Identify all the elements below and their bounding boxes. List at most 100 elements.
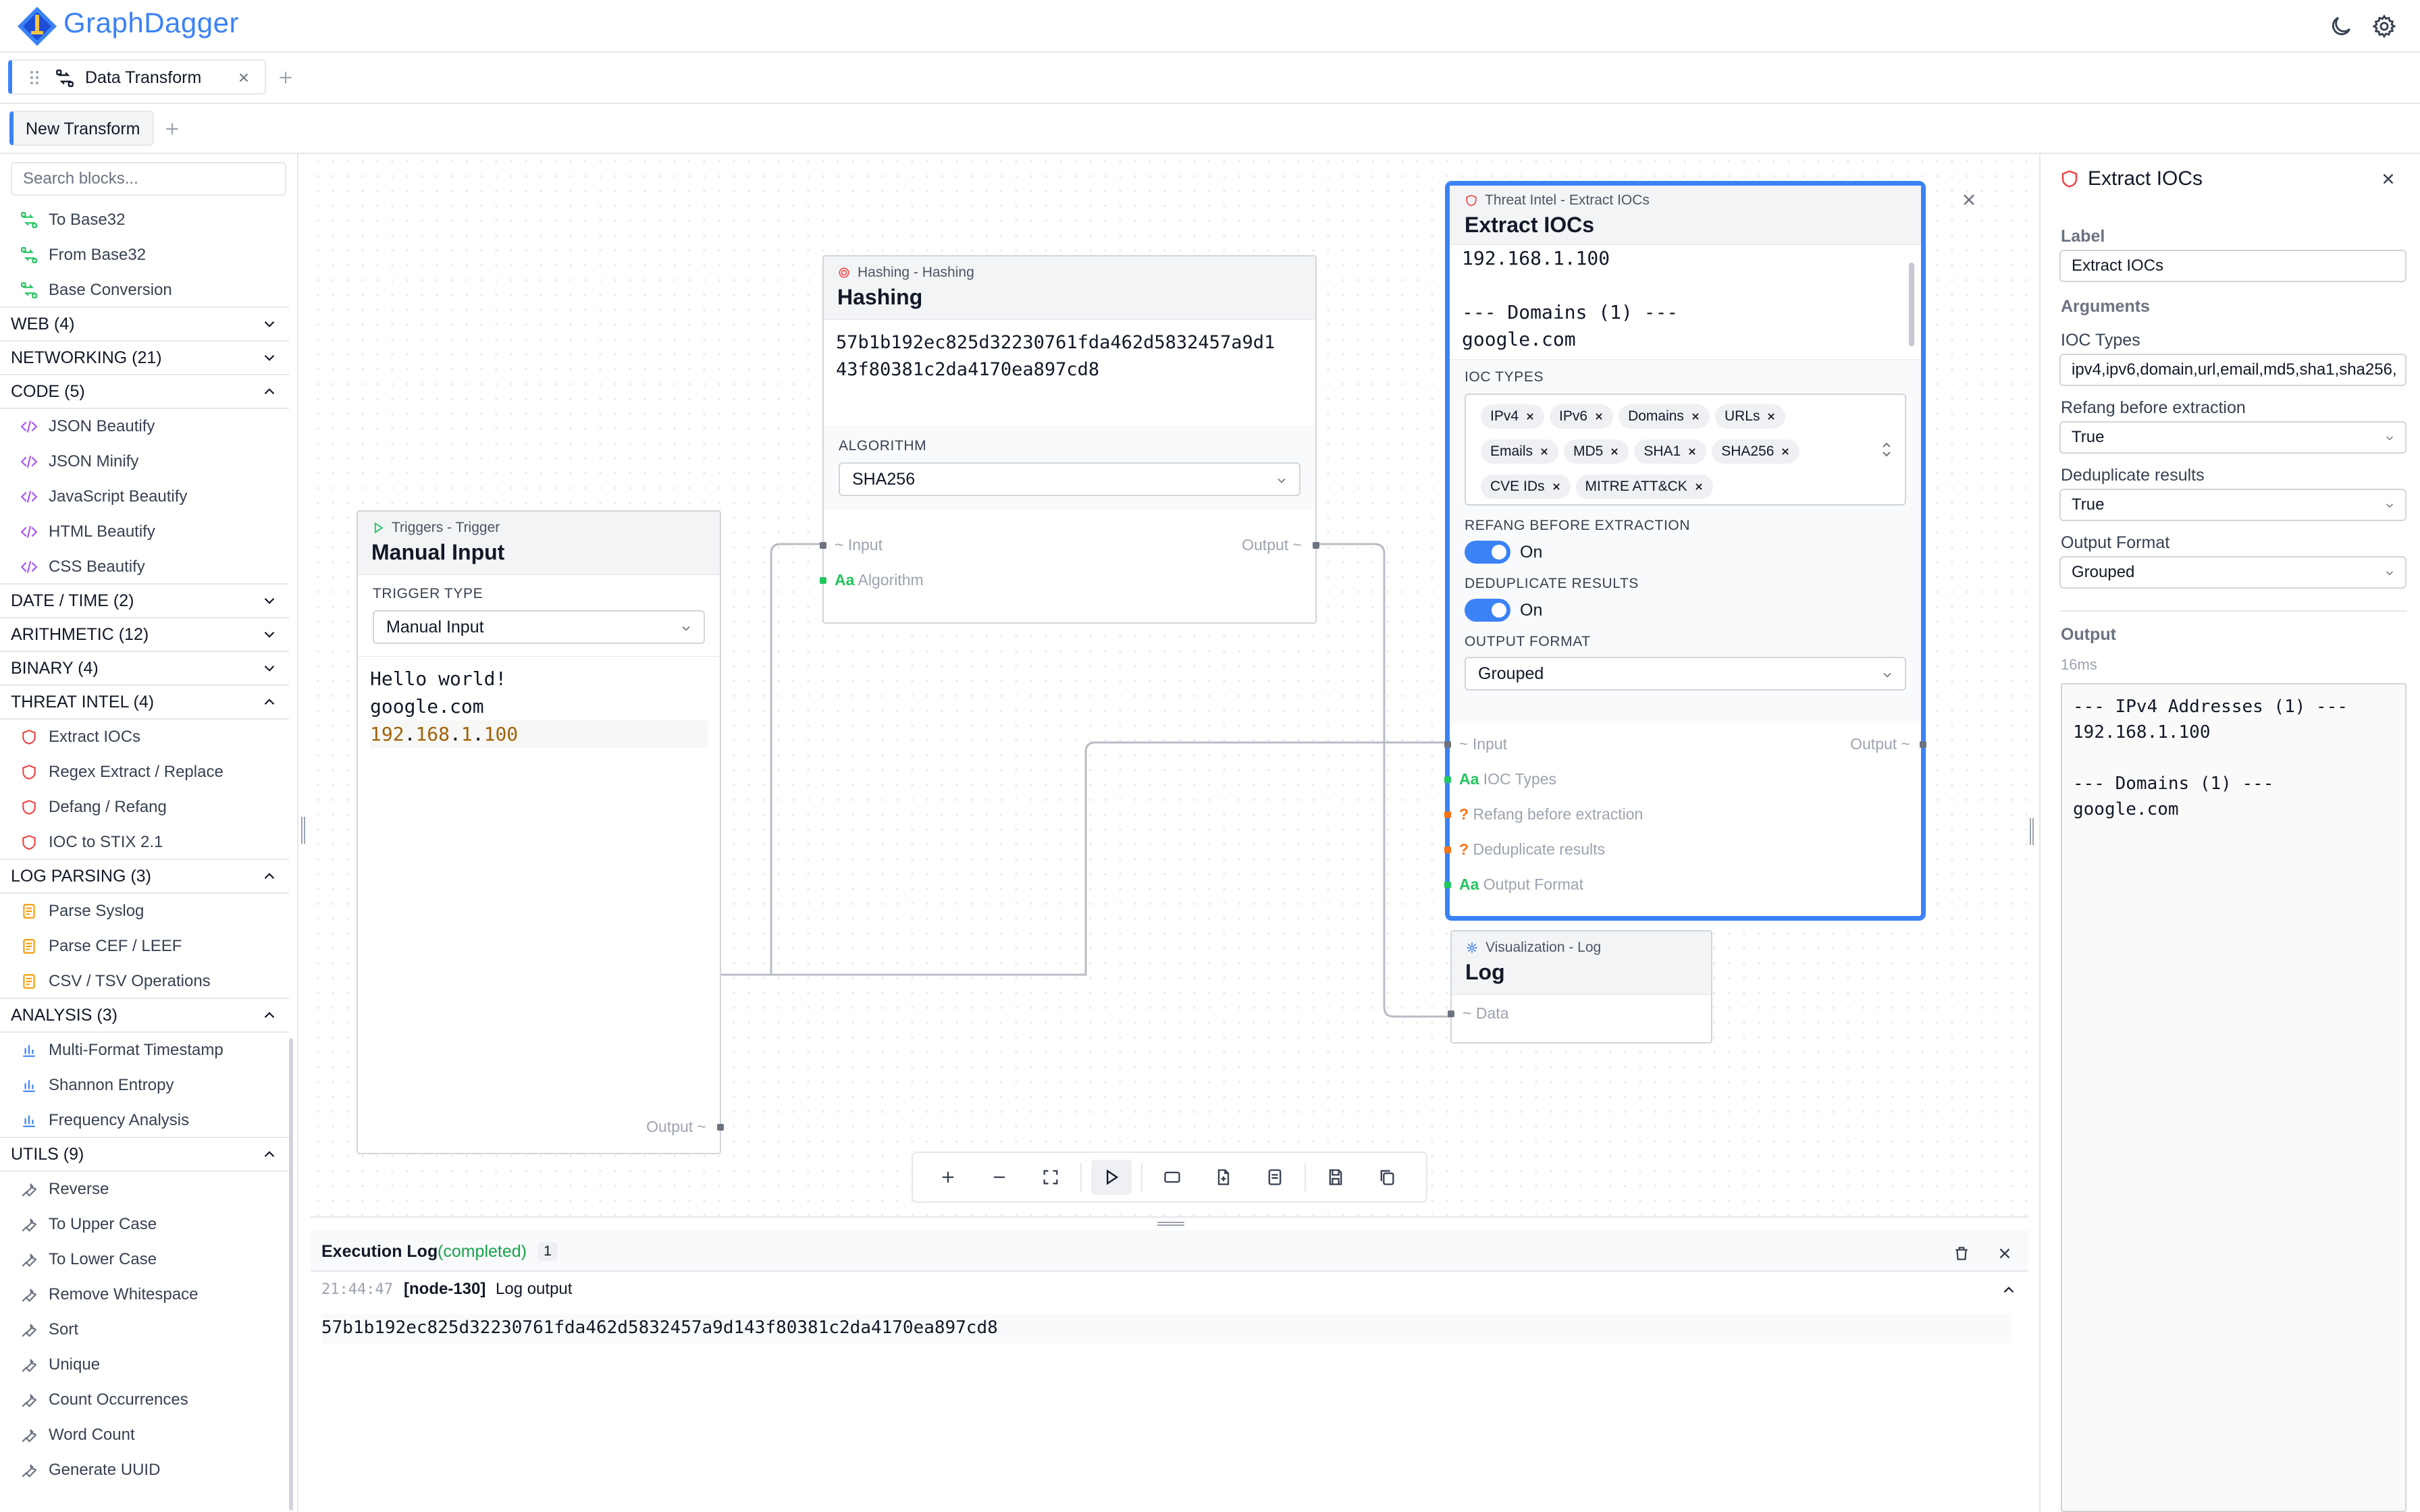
block-item[interactable]: To Lower Case bbox=[0, 1242, 289, 1277]
ioc-types-input[interactable]: ipv4,ipv6,domain,url,email,md5,sha1,sha2… bbox=[2059, 354, 2406, 386]
block-item[interactable]: JSON Beautify bbox=[0, 409, 289, 444]
add-tab-icon[interactable] bbox=[277, 69, 294, 86]
frame-button[interactable] bbox=[1152, 1160, 1192, 1195]
block-item[interactable]: Word Count bbox=[0, 1418, 289, 1453]
refang-select[interactable]: True bbox=[2059, 421, 2406, 454]
category-utils[interactable]: UTILS (9) bbox=[0, 1137, 289, 1172]
label-input[interactable]: Extract IOCs bbox=[2059, 250, 2406, 282]
category-code[interactable]: CODE (5) bbox=[0, 374, 289, 409]
block-item[interactable]: IOC to STIX 2.1 bbox=[0, 825, 289, 860]
remove-chip-icon[interactable] bbox=[1781, 447, 1790, 456]
dedup-select[interactable]: True bbox=[2059, 489, 2406, 521]
chip-mitre-attack[interactable]: MITRE ATT&CK bbox=[1575, 475, 1713, 499]
block-item[interactable]: Shannon Entropy bbox=[0, 1068, 289, 1103]
chip-ipv4[interactable]: IPv4 bbox=[1481, 404, 1545, 429]
chip-ipv6[interactable]: IPv6 bbox=[1550, 404, 1614, 429]
remove-chip-icon[interactable] bbox=[1540, 447, 1549, 456]
panel-resize-handle[interactable] bbox=[2030, 818, 2034, 845]
output-port[interactable] bbox=[717, 1124, 724, 1131]
preview-scrollbar[interactable] bbox=[1909, 263, 1914, 346]
close-tab-icon[interactable] bbox=[236, 70, 251, 85]
output-format-select[interactable]: Grouped bbox=[1465, 657, 1906, 691]
category-arithmetic[interactable]: ARITHMETIC (12) bbox=[0, 617, 289, 652]
dedup-toggle[interactable] bbox=[1465, 599, 1510, 622]
gear-icon[interactable] bbox=[2371, 14, 2397, 39]
output-port[interactable] bbox=[1313, 542, 1319, 549]
add-transform-icon[interactable] bbox=[163, 120, 181, 138]
notes-button[interactable] bbox=[1255, 1160, 1295, 1195]
remove-chip-icon[interactable] bbox=[1766, 412, 1776, 421]
format-select[interactable]: Grouped bbox=[2059, 556, 2406, 589]
input-port[interactable] bbox=[820, 542, 826, 549]
algorithm-port[interactable] bbox=[820, 577, 826, 584]
block-item[interactable]: Unique bbox=[0, 1347, 289, 1382]
block-item[interactable]: Count Occurrences bbox=[0, 1382, 289, 1418]
block-item[interactable]: HTML Beautify bbox=[0, 514, 289, 549]
block-item[interactable]: Multi-Format Timestamp bbox=[0, 1033, 289, 1068]
chip-sha1[interactable]: SHA1 bbox=[1634, 439, 1707, 464]
remove-chip-icon[interactable] bbox=[1694, 482, 1704, 491]
fit-view-button[interactable] bbox=[1030, 1160, 1071, 1195]
trash-icon[interactable] bbox=[1953, 1245, 1970, 1262]
log-resize-handle[interactable] bbox=[1157, 1222, 1184, 1226]
run-button[interactable] bbox=[1091, 1160, 1132, 1195]
remove-chip-icon[interactable] bbox=[1610, 447, 1619, 456]
log-entry[interactable]: 21:44:47 [node-130] Log output bbox=[321, 1277, 2023, 1307]
refang-toggle[interactable] bbox=[1465, 541, 1510, 564]
block-item[interactable]: From Base32 bbox=[0, 238, 289, 273]
chevron-up-icon[interactable] bbox=[2000, 1281, 2018, 1299]
graph-canvas[interactable]: Triggers - Trigger Manual Input TRIGGER … bbox=[311, 154, 2028, 1216]
category-analysis[interactable]: ANALYSIS (3) bbox=[0, 998, 289, 1033]
block-item[interactable]: CSV / TSV Operations bbox=[0, 964, 289, 999]
chevron-up-down-icon[interactable] bbox=[1879, 439, 1894, 460]
node-log[interactable]: Visualization - Log Log ~ Data bbox=[1448, 930, 1712, 1044]
close-panel-icon[interactable] bbox=[2379, 170, 2397, 188]
remove-chip-icon[interactable] bbox=[1691, 412, 1700, 421]
block-item[interactable]: Extract IOCs bbox=[0, 720, 289, 755]
drag-handle-icon[interactable] bbox=[27, 69, 42, 86]
category-web[interactable]: WEB (4) bbox=[0, 306, 289, 342]
block-item[interactable]: Frequency Analysis bbox=[0, 1103, 289, 1138]
format-port[interactable] bbox=[1444, 882, 1451, 888]
search-blocks-input[interactable] bbox=[11, 162, 286, 196]
manual-input-text[interactable]: Hello world! google.com 192.168.1.100 bbox=[358, 656, 720, 756]
block-item[interactable]: JavaScript Beautify bbox=[0, 479, 289, 514]
block-item[interactable]: JSON Minify bbox=[0, 444, 289, 479]
zoom-out-button[interactable] bbox=[979, 1160, 1020, 1195]
ioc-types-multiselect[interactable]: IPv4 IPv6 Domains URLs Emails MD5 SHA1 SHA256 … bbox=[1465, 394, 1906, 506]
block-item[interactable]: Remove Whitespace bbox=[0, 1277, 289, 1312]
node-header[interactable]: Hashing - Hashing Hashing bbox=[824, 256, 1315, 320]
category-networking[interactable]: NETWORKING (21) bbox=[0, 340, 289, 375]
chip-cve-ids[interactable]: CVE IDs bbox=[1481, 475, 1571, 499]
block-item[interactable]: Sort bbox=[0, 1312, 289, 1347]
node-header[interactable]: Threat Intel - Extract IOCs Extract IOCs bbox=[1450, 186, 1921, 245]
sidebar-resize-handle[interactable] bbox=[301, 817, 305, 844]
remove-chip-icon[interactable] bbox=[1525, 412, 1535, 421]
category-date-time[interactable]: DATE / TIME (2) bbox=[0, 583, 289, 618]
chip-sha256[interactable]: SHA256 bbox=[1712, 439, 1800, 464]
close-icon[interactable] bbox=[1996, 1245, 2014, 1262]
chip-domains[interactable]: Domains bbox=[1619, 404, 1710, 429]
chip-emails[interactable]: Emails bbox=[1481, 439, 1559, 464]
category-threat-intel[interactable]: THREAT INTEL (4) bbox=[0, 684, 289, 720]
block-item[interactable]: Regex Extract / Replace bbox=[0, 755, 289, 790]
chip-md5[interactable]: MD5 bbox=[1564, 439, 1629, 464]
refang-port[interactable] bbox=[1444, 811, 1451, 818]
save-button[interactable] bbox=[1315, 1160, 1356, 1195]
block-item[interactable]: Parse CEF / LEEF bbox=[0, 929, 289, 964]
chip-urls[interactable]: URLs bbox=[1714, 404, 1786, 429]
block-item[interactable]: Base Conversion bbox=[0, 273, 289, 308]
remove-chip-icon[interactable] bbox=[1687, 447, 1697, 456]
block-item[interactable]: Generate UUID bbox=[0, 1453, 289, 1488]
block-item[interactable]: To Upper Case bbox=[0, 1207, 289, 1242]
subtab-new-transform[interactable]: New Transform bbox=[9, 111, 154, 146]
ioc-output-preview[interactable]: 192.168.1.100 --- Domains (1) --- google… bbox=[1450, 245, 1921, 360]
moon-icon[interactable] bbox=[2328, 14, 2354, 39]
input-port[interactable] bbox=[1444, 741, 1451, 748]
block-item[interactable]: To Base32 bbox=[0, 202, 289, 238]
block-item[interactable]: Defang / Refang bbox=[0, 790, 289, 825]
copy-button[interactable] bbox=[1367, 1160, 1407, 1195]
zoom-in-button[interactable] bbox=[928, 1160, 968, 1195]
block-item[interactable]: Parse Syslog bbox=[0, 894, 289, 929]
node-header[interactable]: Visualization - Log Log bbox=[1452, 932, 1711, 995]
